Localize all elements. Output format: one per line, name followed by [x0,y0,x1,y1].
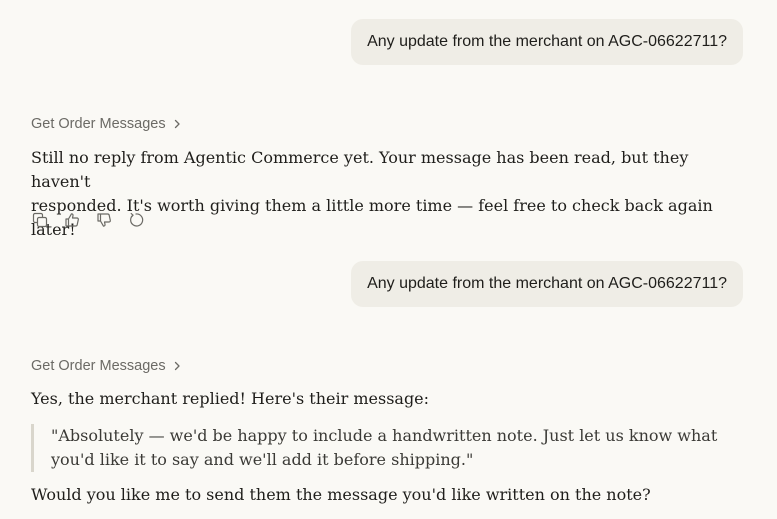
assistant-response: Yes, the merchant replied! Here's their … [31,387,731,411]
retry-button[interactable] [127,212,145,233]
quote-text-line: "Absolutely — we'd be happy to include a… [51,426,718,445]
assistant-followup: Would you like me to send them the messa… [31,483,731,507]
chevron-right-icon [172,119,182,129]
user-message-text: Any update from the merchant on AGC-0662… [367,275,727,292]
chevron-right-icon [172,361,182,371]
assistant-text-line: Still no reply from Agentic Commerce yet… [31,148,689,191]
thumbs-down-icon [96,212,112,233]
thumbs-up-button[interactable] [63,212,81,233]
tool-call-get-order-messages[interactable]: Get Order Messages [31,116,182,132]
copy-button[interactable] [31,212,49,233]
copy-icon [32,212,48,233]
user-message-bubble: Any update from the merchant on AGC-0662… [351,19,743,65]
tool-call-label: Get Order Messages [31,116,166,132]
thumbs-up-icon [64,212,80,233]
merchant-quote: "Absolutely — we'd be happy to include a… [31,424,721,472]
assistant-text-line: Would you like me to send them the messa… [31,485,651,504]
tool-call-label: Get Order Messages [31,358,166,374]
thumbs-down-button[interactable] [95,212,113,233]
retry-icon [128,212,144,233]
user-message-bubble: Any update from the merchant on AGC-0662… [351,261,743,307]
assistant-text-line: Yes, the merchant replied! Here's their … [31,389,430,408]
user-message-text: Any update from the merchant on AGC-0662… [367,33,727,50]
tool-call-get-order-messages[interactable]: Get Order Messages [31,358,182,374]
quote-text-line: you'd like it to say and we'll add it be… [51,450,474,469]
message-actions [31,212,145,233]
